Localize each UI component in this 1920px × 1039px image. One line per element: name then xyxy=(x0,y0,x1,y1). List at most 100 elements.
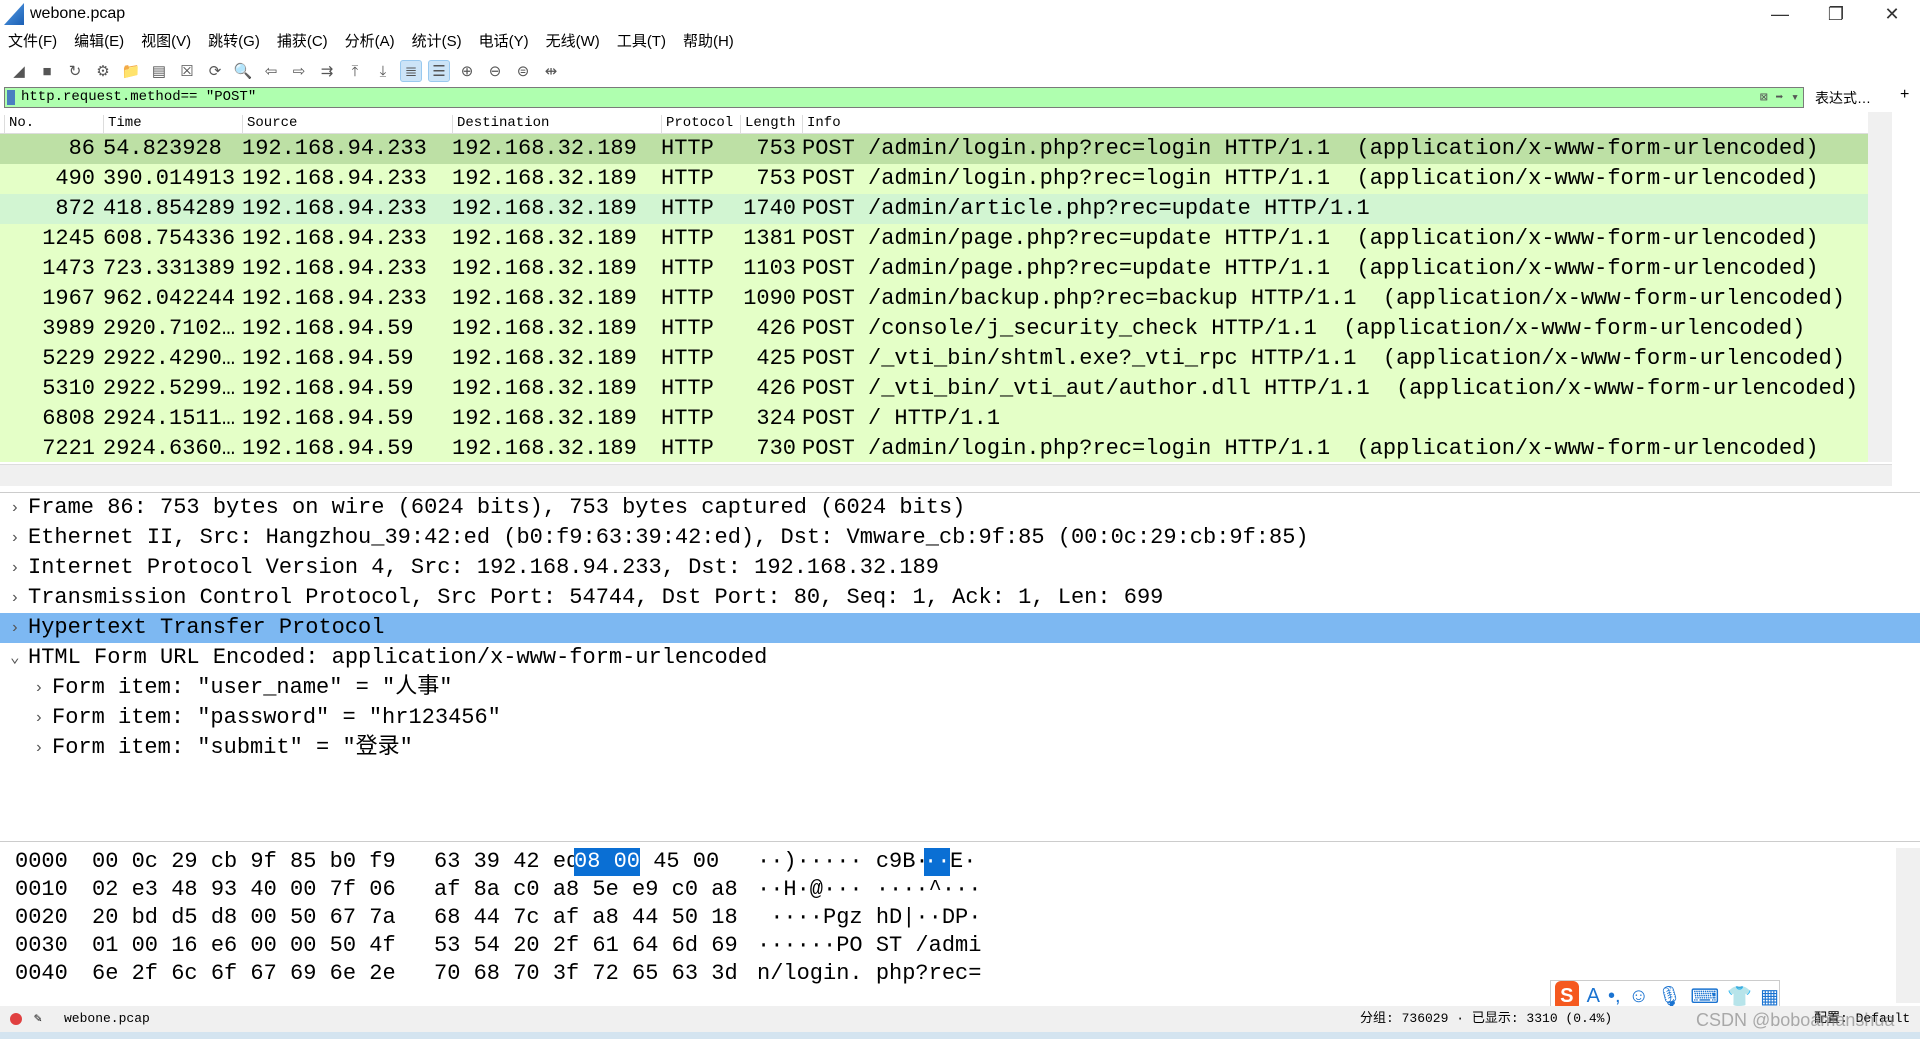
packet-cell-source: 192.168.94.59 xyxy=(242,346,414,371)
packet-cell-protocol: HTTP xyxy=(661,286,714,311)
packet-row[interactable]: 1967 962.042244 192.168.94.233 192.168.32.1… xyxy=(0,284,1868,314)
detail-tree-item[interactable]: › Frame 86: 753 bytes on wire (6024 bits)… xyxy=(0,493,1920,523)
menu-item[interactable]: 电话(Y) xyxy=(479,30,529,54)
packet-row[interactable]: 3989 2920.7102… 192.168.94.59 192.168.32.18… xyxy=(0,314,1868,344)
expert-info-icon[interactable] xyxy=(10,1013,22,1025)
column-header-no[interactable]: No. xyxy=(4,115,34,133)
detail-text: Form item: "submit" = "登录" xyxy=(52,735,413,760)
status-file: webone.pcap xyxy=(64,1011,150,1026)
packet-cell-source: 192.168.94.59 xyxy=(242,316,414,341)
save-file-icon[interactable]: ▤ xyxy=(148,60,170,82)
menu-item[interactable]: 无线(W) xyxy=(546,30,600,54)
detail-tree-item[interactable]: › Hypertext Transfer Protocol xyxy=(0,613,1920,643)
packet-row[interactable]: 1245 608.754336 192.168.94.233 192.168.32.1… xyxy=(0,224,1868,254)
open-file-icon[interactable]: 📁 xyxy=(120,60,142,82)
detail-tree-item[interactable]: › Form item: "user_name" = "人事" xyxy=(0,673,1920,703)
punctuation-icon[interactable]: •, xyxy=(1608,985,1621,1008)
emoji-icon[interactable]: ☺ xyxy=(1629,985,1649,1008)
menu-item[interactable]: 编辑(E) xyxy=(74,30,124,54)
column-header-length[interactable]: Length xyxy=(740,115,795,133)
packet-list-horizontal-scrollbar[interactable] xyxy=(0,464,1892,486)
bytes-vertical-scrollbar[interactable] xyxy=(1896,848,1920,1003)
minimize-button[interactable]: — xyxy=(1752,0,1808,28)
packet-cell-time: 2922.4290… xyxy=(103,346,236,371)
menu-item[interactable]: 跳转(G) xyxy=(208,30,260,54)
edit-comment-icon[interactable]: ✎ xyxy=(34,1006,42,1032)
expression-button[interactable]: 表达式… xyxy=(1815,88,1871,108)
detail-tree-item[interactable]: › Ethernet II, Src: Hangzhou_39:42:ed (b0… xyxy=(0,523,1920,553)
packet-list-vertical-scrollbar[interactable] xyxy=(1868,112,1892,462)
packet-cell-info: POST /admin/backup.php?rec=backup HTTP/1… xyxy=(802,286,1845,311)
packet-cell-no: 1473 xyxy=(42,256,95,281)
zoom-in-icon[interactable]: ⊕ xyxy=(456,60,478,82)
go-back-icon[interactable]: ⇦ xyxy=(260,60,282,82)
find-packet-icon[interactable]: 🔍 xyxy=(232,60,254,82)
column-header-source[interactable]: Source xyxy=(242,115,297,133)
packet-row[interactable]: 872 418.854289 192.168.94.233 192.168.32.18… xyxy=(0,194,1868,224)
chevron-right-icon[interactable]: › xyxy=(34,733,44,763)
column-header-protocol[interactable]: Protocol xyxy=(661,115,733,133)
add-filter-button[interactable]: + xyxy=(1900,86,1909,104)
chevron-right-icon[interactable]: › xyxy=(34,673,44,703)
menu-item[interactable]: 分析(A) xyxy=(345,30,395,54)
detail-tree-item[interactable]: › Internet Protocol Version 4, Src: 192.1… xyxy=(0,553,1920,583)
packet-row[interactable]: 5310 2922.5299… 192.168.94.59 192.168.32.18… xyxy=(0,374,1868,404)
bookmark-icon[interactable] xyxy=(7,90,15,105)
chevron-right-icon[interactable]: › xyxy=(10,493,20,523)
keyboard-icon[interactable]: ⌨ xyxy=(1690,984,1719,1009)
zoom-out-icon[interactable]: ⊖ xyxy=(484,60,506,82)
menu-item[interactable]: 工具(T) xyxy=(617,30,666,54)
resize-columns-icon[interactable]: ⇹ xyxy=(540,60,562,82)
close-button[interactable]: ✕ xyxy=(1864,0,1920,28)
go-forward-icon[interactable]: ⇨ xyxy=(288,60,310,82)
shirt-icon[interactable]: 👕 xyxy=(1727,984,1752,1009)
capture-options-icon[interactable]: ⚙ xyxy=(92,60,114,82)
last-packet-icon[interactable]: ⤓ xyxy=(372,60,394,82)
auto-scroll-icon[interactable]: ≣ xyxy=(400,60,422,82)
grid-icon[interactable]: ▦ xyxy=(1760,984,1779,1009)
first-packet-icon[interactable]: ⤒ xyxy=(344,60,366,82)
restore-button[interactable]: ❐ xyxy=(1808,0,1864,28)
detail-tree-item[interactable]: › Form item: "password" = "hr123456" xyxy=(0,703,1920,733)
packet-row[interactable]: 490 390.014913 192.168.94.233 192.168.32.18… xyxy=(0,164,1868,194)
microphone-icon[interactable]: 🎙 xyxy=(1657,984,1682,1009)
chevron-right-icon[interactable]: › xyxy=(10,583,20,613)
chevron-right-icon[interactable]: › xyxy=(34,703,44,733)
font-icon[interactable]: A xyxy=(1587,985,1600,1008)
hex-b1: 53 54 20 2f 61 64 6d 69 xyxy=(434,933,738,958)
menu-item[interactable]: 捕获(C) xyxy=(277,30,328,54)
packet-row[interactable]: 7221 2924.6360… 192.168.94.59 192.168.32.18… xyxy=(0,434,1868,462)
detail-tree-item[interactable]: › Form item: "submit" = "登录" xyxy=(0,733,1920,763)
reload-file-icon[interactable]: ⟳ xyxy=(204,60,226,82)
chevron-right-icon[interactable]: › xyxy=(10,613,20,643)
stop-capture-icon[interactable]: ■ xyxy=(36,60,58,82)
chevron-right-icon[interactable]: › xyxy=(10,523,20,553)
packet-row[interactable]: 5229 2922.4290… 192.168.94.59 192.168.32.18… xyxy=(0,344,1868,374)
packet-row[interactable]: 6808 2924.1511… 192.168.94.59 192.168.32.18… xyxy=(0,404,1868,434)
chevron-right-icon[interactable]: › xyxy=(10,553,20,583)
column-header-destination[interactable]: Destination xyxy=(452,115,549,133)
packet-row[interactable]: 1473 723.331389 192.168.94.233 192.168.32.1… xyxy=(0,254,1868,284)
detail-tree-item[interactable]: ⌄ HTML Form URL Encoded: application/x-ww… xyxy=(0,643,1920,673)
detail-tree-item[interactable]: › Transmission Control Protocol, Src Port… xyxy=(0,583,1920,613)
filter-controls[interactable]: ⊠ ➡ ▾ xyxy=(1760,88,1799,107)
packet-cell-no: 1245 xyxy=(42,226,95,251)
go-to-packet-icon[interactable]: ⇉ xyxy=(316,60,338,82)
column-header-time[interactable]: Time xyxy=(103,115,142,133)
close-file-icon[interactable]: ☒ xyxy=(176,60,198,82)
chevron-down-icon[interactable]: ⌄ xyxy=(10,643,20,673)
display-filter-input[interactable]: http.request.method== "POST" ⊠ ➡ ▾ xyxy=(4,87,1804,108)
packet-row[interactable]: 86 54.823928 192.168.94.233 192.168.32.189 H… xyxy=(0,134,1868,164)
start-capture-icon[interactable]: ◢ xyxy=(8,60,30,82)
restart-capture-icon[interactable]: ↻ xyxy=(64,60,86,82)
menu-item[interactable]: 文件(F) xyxy=(8,30,57,54)
zoom-reset-icon[interactable]: ⊜ xyxy=(512,60,534,82)
packet-cell-info: POST / HTTP/1.1 xyxy=(802,406,1001,431)
colorize-icon[interactable]: ☰ xyxy=(428,60,450,82)
hex-off: 0020 xyxy=(15,905,68,930)
menu-item[interactable]: 统计(S) xyxy=(412,30,462,54)
menu-item[interactable]: 帮助(H) xyxy=(683,30,734,54)
menu-item[interactable]: 视图(V) xyxy=(141,30,191,54)
column-header-info[interactable]: Info xyxy=(802,115,841,133)
hex-asc2: E· xyxy=(950,849,977,874)
